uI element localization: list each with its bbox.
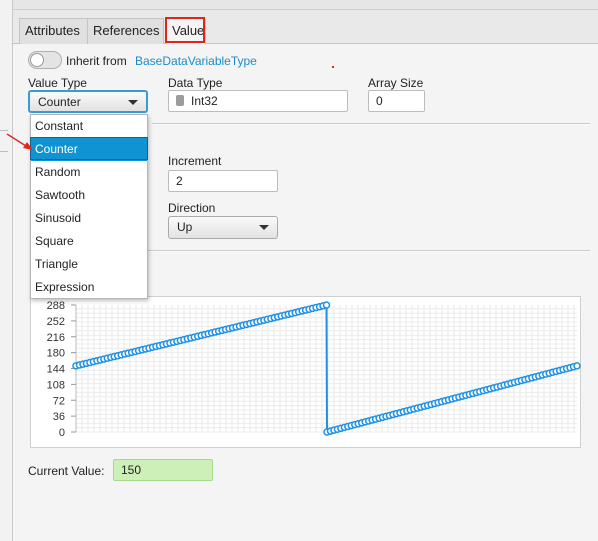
direction-combo[interactable]: Up — [168, 216, 278, 239]
data-point-marker — [322, 301, 331, 309]
data-type-field[interactable]: Int32 — [168, 90, 348, 112]
tab-references[interactable]: References — [87, 18, 164, 44]
array-size-label: Array Size — [368, 76, 424, 90]
increment-value: 2 — [176, 174, 183, 188]
y-tick-label: 288 — [47, 300, 65, 312]
current-value-label: Current Value: — [28, 464, 105, 478]
chevron-down-icon — [259, 225, 269, 230]
database-icon — [176, 95, 184, 106]
data-type-value: Int32 — [191, 94, 218, 108]
top-toolbar-area — [13, 0, 598, 10]
y-tick-label: 72 — [53, 395, 65, 407]
tab-strip: Attributes References Value — [13, 10, 598, 44]
tab-value[interactable]: Value — [166, 18, 206, 44]
option-sawtooth[interactable]: Sawtooth — [31, 184, 147, 207]
direction-selected: Up — [177, 220, 193, 234]
annotation-arrow — [6, 133, 33, 150]
arrow-head — [23, 142, 33, 150]
current-value-field: 150 — [113, 459, 213, 481]
option-square[interactable]: Square — [31, 230, 147, 253]
direction-label: Direction — [168, 201, 216, 215]
red-dot-mark — [332, 66, 334, 68]
chevron-down-icon — [128, 100, 138, 105]
y-tick-label: 216 — [47, 332, 65, 344]
separator-top — [152, 123, 590, 125]
y-tick-label: 180 — [47, 348, 65, 360]
inherit-type-link[interactable]: BaseDataVariableType — [135, 54, 257, 68]
arrow-line — [6, 133, 27, 147]
increment-field[interactable]: 2 — [168, 170, 278, 192]
array-size-value: 0 — [376, 94, 383, 108]
current-value-text: 150 — [121, 463, 142, 477]
separator-bottom — [148, 250, 590, 252]
inherit-label: Inherit from — [66, 54, 127, 68]
y-tick-label: 36 — [53, 411, 65, 423]
option-expression[interactable]: Expression — [31, 276, 147, 299]
option-triangle[interactable]: Triangle — [31, 253, 147, 276]
value-chart-panel: 288 252 216 180 144 108 72 36 0 — [30, 296, 581, 448]
array-size-field[interactable]: 0 — [368, 90, 425, 112]
y-tick-label: 252 — [47, 316, 65, 328]
data-point-marker — [573, 362, 581, 370]
y-tick-label: 0 — [59, 427, 65, 439]
y-tick-label: 108 — [47, 379, 65, 391]
option-sinusoid[interactable]: Sinusoid — [31, 207, 147, 230]
value-chart: 288 252 216 180 144 108 72 36 0 — [47, 300, 581, 439]
y-tick-label: 144 — [47, 364, 65, 376]
increment-label: Increment — [168, 154, 222, 168]
data-type-label: Data Type — [168, 76, 223, 90]
